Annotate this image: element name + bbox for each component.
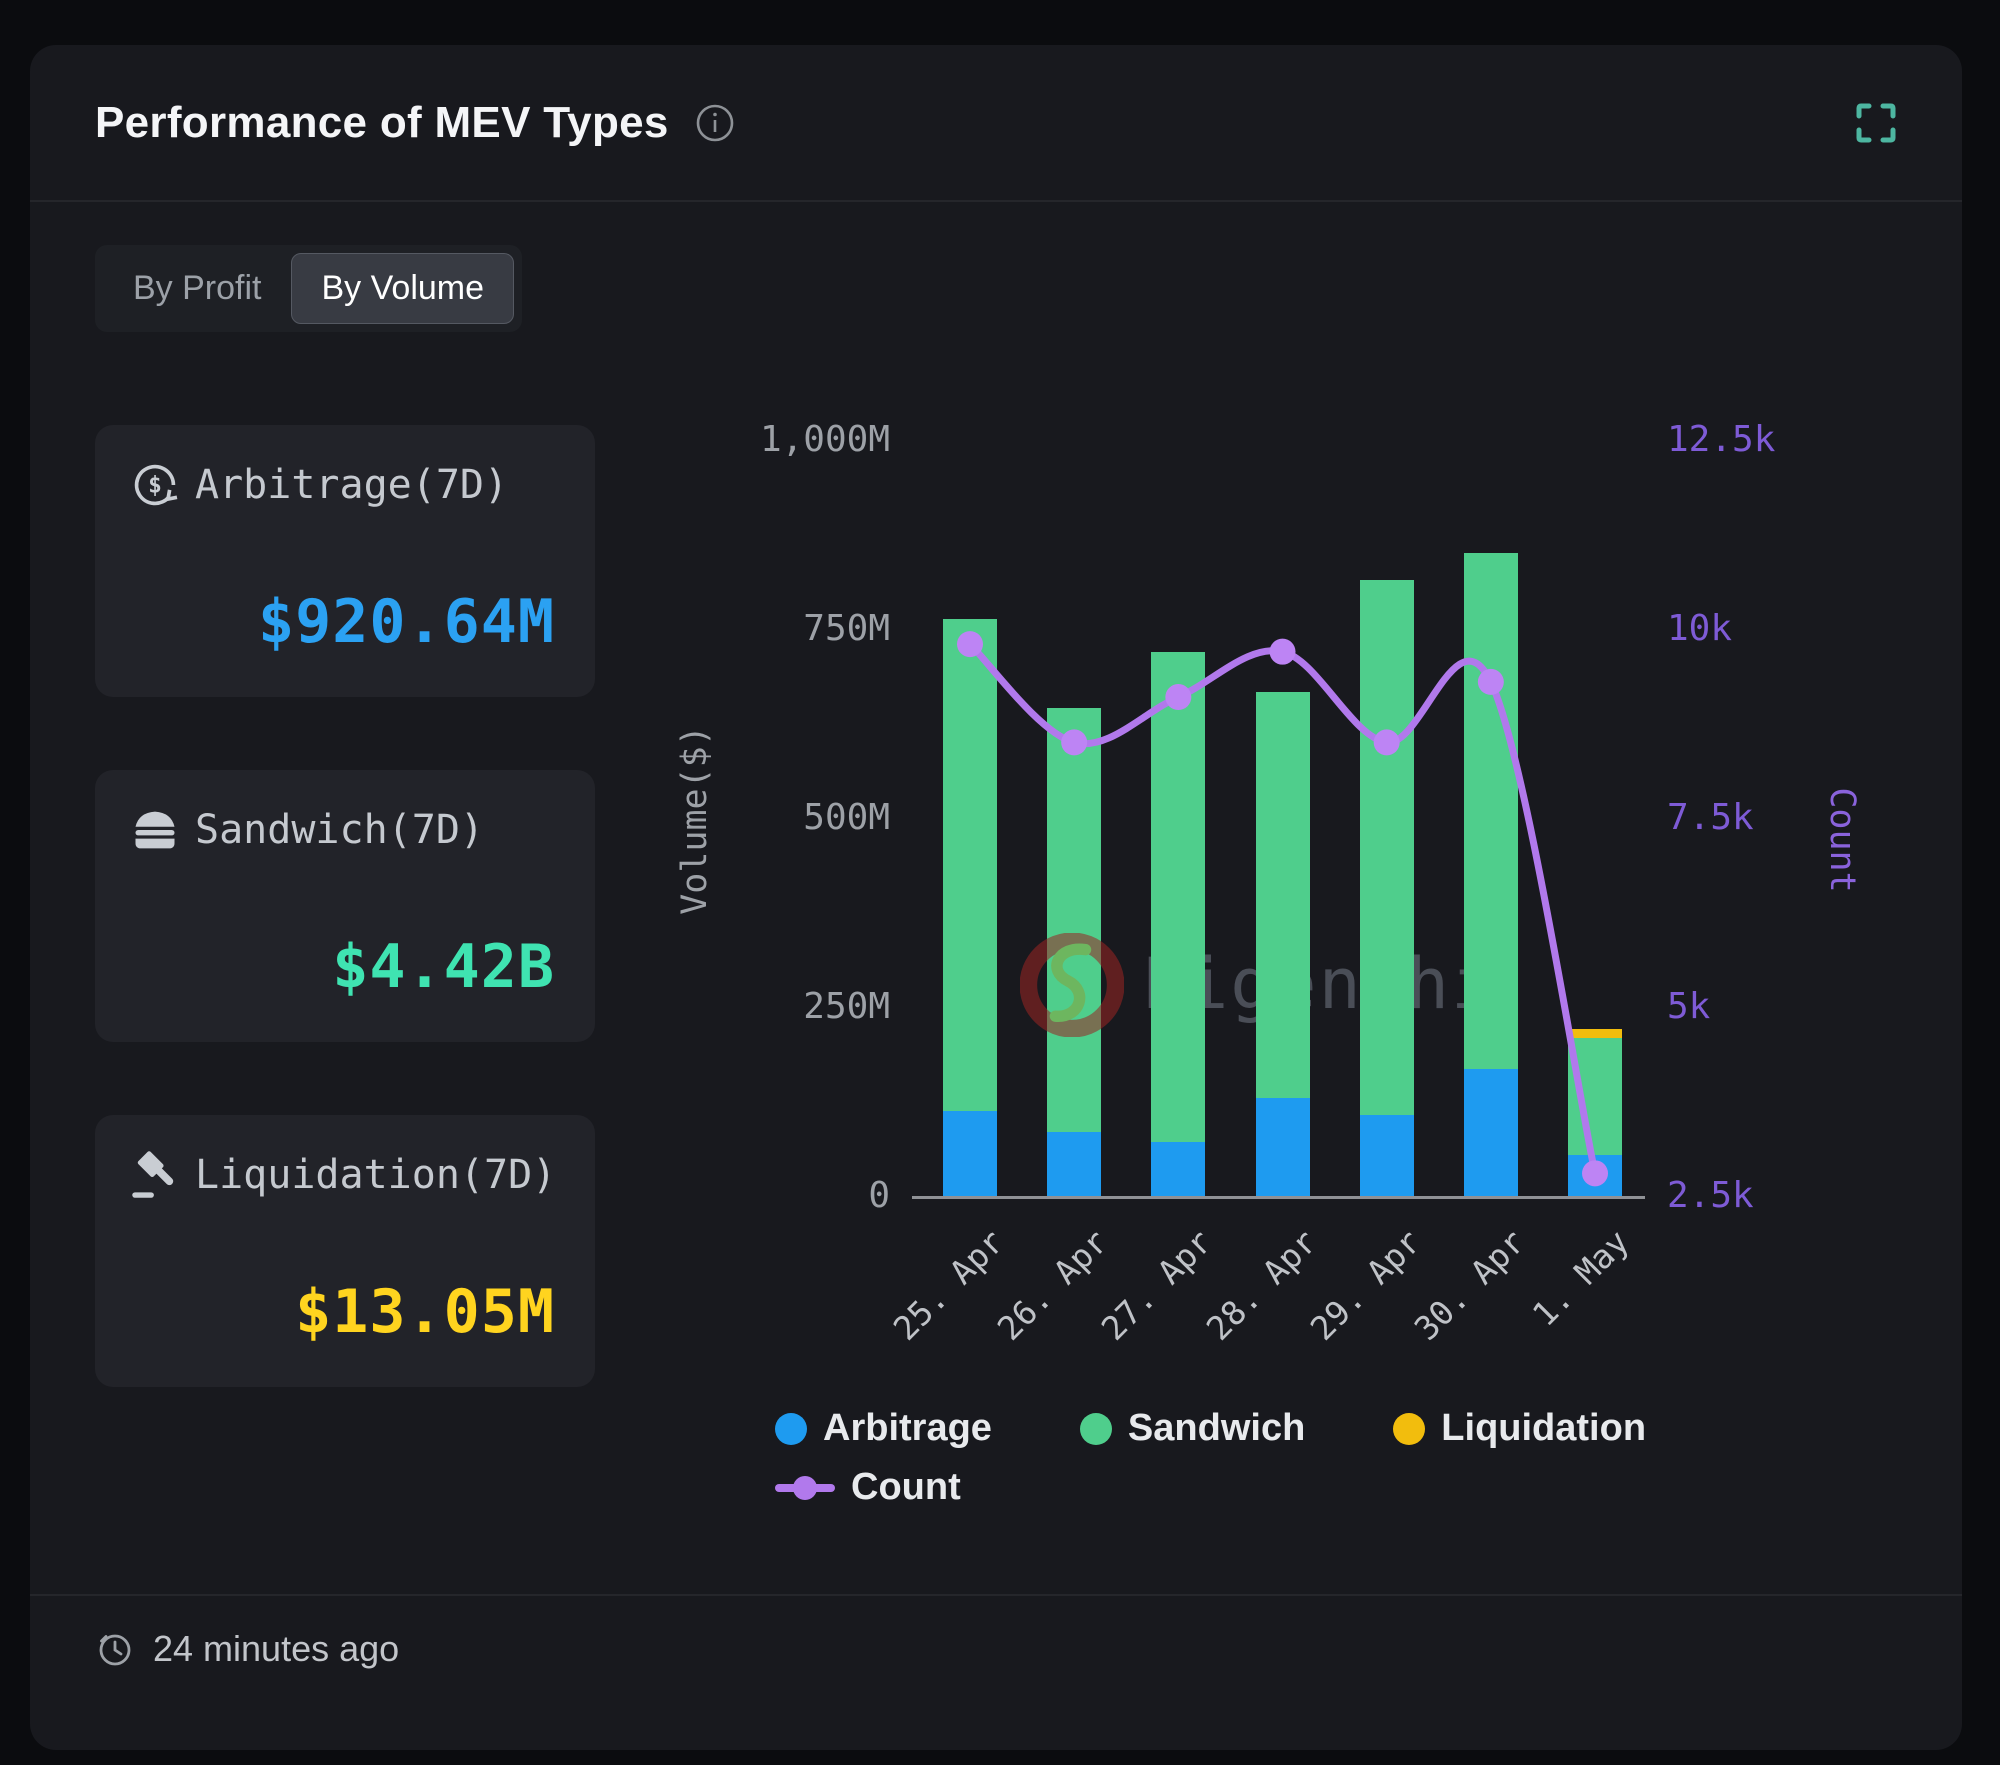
expand-icon[interactable] [1855,102,1897,144]
legend-item-count[interactable]: Count [775,1466,961,1509]
count-point [1061,729,1087,755]
x-axis-label: 29. Apr [1302,1222,1428,1348]
stat-label-row: Sandwich(7D) [129,804,484,856]
count-point [957,631,983,657]
legend-marker-sandwich [1080,1413,1112,1445]
x-axis-label: 28. Apr [1198,1222,1324,1348]
legend-label: Sandwich [1128,1407,1305,1450]
tab-by-volume[interactable]: By Volume [291,253,514,324]
stat-label-row: Liquidation(7D) [129,1149,556,1201]
legend-label: Liquidation [1441,1407,1646,1450]
stat-label-row: $ Arbitrage(7D) [129,459,508,511]
arbitrage-icon: $ [129,459,181,511]
legend-marker-count [775,1484,835,1492]
count-axis-tick: 7.5k [1667,798,1754,838]
legend-item-arbitrage[interactable]: Arbitrage [775,1407,992,1450]
count-point [1270,639,1296,665]
stat-label: Liquidation(7D) [195,1152,556,1198]
y-axis-tick: 250M [670,987,890,1027]
x-axis-label: 26. Apr [990,1222,1116,1348]
svg-text:$: $ [148,473,162,499]
count-point [1165,684,1191,710]
header-divider [30,200,1962,202]
stat-value-liquidation: $13.05M [295,1277,555,1347]
card-footer: 24 minutes ago [95,1628,399,1670]
legend-label: Arbitrage [823,1407,992,1450]
page-title: Performance of MEV Types [95,98,669,148]
count-point [1374,729,1400,755]
card-header: Performance of MEV Types [30,45,1962,200]
stat-label: Sandwich(7D) [195,807,484,853]
stat-value-sandwich: $4.42B [332,932,555,1002]
legend-item-liquidation[interactable]: Liquidation [1393,1407,1646,1450]
count-point [1478,669,1504,695]
y-axis-tick: 1,000M [670,420,890,460]
y-axis-tick: 500M [670,798,890,838]
last-updated-text: 24 minutes ago [153,1628,399,1670]
stat-value-arbitrage: $920.64M [258,587,555,657]
count-axis-tick: 5k [1667,987,1710,1027]
x-axis-label: 30. Apr [1407,1222,1533,1348]
mev-chart-plot[interactable]: 1,000M750M500M250M012.5k10k7.5k5k2.5k25.… [916,440,1641,1196]
count-axis-tick: 2.5k [1667,1176,1754,1216]
footer-divider [30,1594,1962,1596]
sandwich-icon [129,804,181,856]
liquidation-icon [129,1149,181,1201]
stat-label: Arbitrage(7D) [195,462,508,508]
count-line [916,440,1641,1196]
performance-card: Performance of MEV Types By Profit By Vo… [30,45,1962,1750]
x-axis-label: 1. May [1525,1222,1637,1334]
x-axis-line [912,1196,1645,1199]
legend-marker-liquidation [1393,1413,1425,1445]
x-axis-label: 25. Apr [886,1222,1012,1348]
view-toggle: By Profit By Volume [95,245,522,332]
count-axis-title: Count [1822,740,1862,940]
y-axis-tick: 750M [670,609,890,649]
stat-card-liquidation: Liquidation(7D) $13.05M [95,1115,595,1387]
legend-label: Count [851,1466,961,1509]
y-axis-tick: 0 [670,1176,890,1216]
count-axis-tick: 12.5k [1667,420,1775,460]
count-axis-tick: 10k [1667,609,1732,649]
legend-marker-arbitrage [775,1413,807,1445]
count-point [1582,1160,1608,1186]
clock-icon [95,1629,135,1669]
stat-card-sandwich: Sandwich(7D) $4.42B [95,770,595,1042]
chart-legend: Arbitrage Sandwich Liquidation Count [775,1407,1915,1509]
legend-item-sandwich[interactable]: Sandwich [1080,1407,1305,1450]
info-icon[interactable] [695,103,735,143]
tab-by-profit[interactable]: By Profit [103,253,291,324]
stat-card-arbitrage: $ Arbitrage(7D) $920.64M [95,425,595,697]
x-axis-label: 27. Apr [1094,1222,1220,1348]
